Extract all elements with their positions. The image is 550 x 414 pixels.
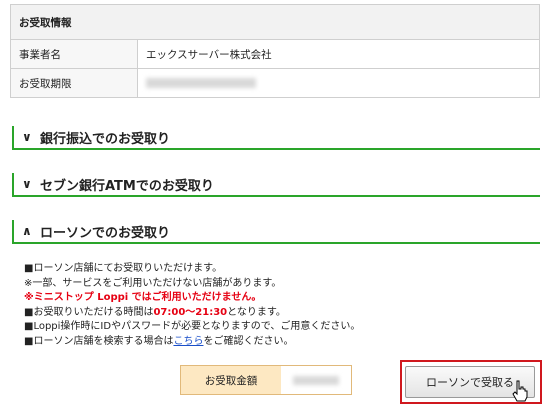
section-bank-transfer-label: 銀行振込でのお受取り (40, 131, 171, 147)
section-seven-bank-atm-label: セブン銀行ATMでのお受取り (40, 178, 214, 194)
note-line: ■Loppi操作時にIDやパスワードが必要となりますので、ご用意ください。 (24, 321, 361, 332)
section-bank-transfer[interactable]: ∨ 銀行振込でのお受取り (12, 126, 540, 150)
redacted-deadline (146, 78, 256, 88)
chevron-up-icon: ∧ (22, 224, 32, 238)
section-lawson[interactable]: ∧ ローソンでのお受取り (12, 220, 540, 244)
company-name-label: 事業者名 (10, 39, 138, 69)
section-seven-bank-atm[interactable]: ∨ セブン銀行ATMでのお受取り (12, 173, 540, 197)
deadline-label: お受取期限 (10, 68, 138, 98)
receipt-info-heading: お受取情報 (10, 4, 540, 40)
amount-label: お受取金額 (181, 366, 281, 394)
lawson-notes: ■ローソン店舗にてお受取りいただけます。 ※一部、サービスをご利用いただけない店… (24, 262, 360, 349)
chevron-down-icon: ∨ (22, 177, 32, 191)
note-time: 07:00〜21:30 (153, 306, 228, 318)
store-search-link[interactable]: こちら (173, 336, 203, 347)
redacted-amount (293, 375, 339, 385)
section-lawson-label: ローソンでのお受取り (40, 225, 171, 241)
note-line: ■お受取りいただける時間は07:00〜21:30となります。 (24, 306, 286, 318)
hand-cursor-icon (512, 380, 528, 402)
note-line: ※一部、サービスをご利用いただけない店舗があります。 (24, 277, 282, 289)
chevron-down-icon: ∨ (22, 130, 32, 144)
note-warning: ※ミニストップ Loppi ではご利用いただけません。 (24, 292, 262, 303)
receipt-info-table: お受取情報 事業者名 エックスサーバー株式会社 お受取期限 (10, 4, 540, 98)
amount-box: お受取金額 (180, 365, 352, 395)
note-line: ■ローソン店舗にてお受取りいただけます。 (24, 263, 223, 274)
amount-value (281, 366, 351, 394)
note-line: ■ローソン店舗を検索する場合はこちらをご確認ください。 (24, 335, 294, 347)
company-name-value: エックスサーバー株式会社 (137, 39, 540, 69)
deadline-value (137, 68, 540, 98)
